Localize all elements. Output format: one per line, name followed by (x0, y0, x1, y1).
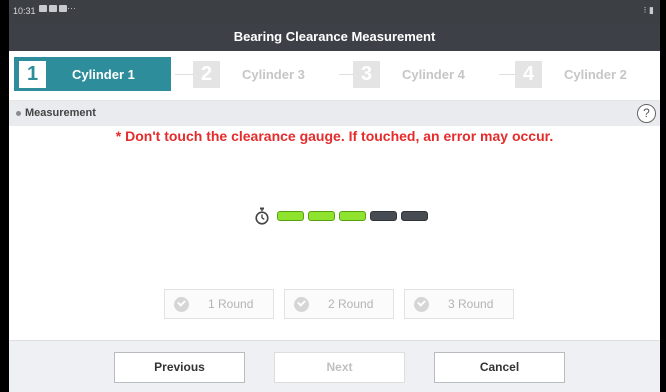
step-cylinder-4[interactable]: 3 Cylinder 4 (353, 57, 503, 91)
message-icon (39, 5, 47, 12)
gauge-segment-filled (277, 211, 304, 221)
round-label: 2 Round (328, 297, 374, 311)
gauge-segment-empty (401, 211, 428, 221)
check-icon (294, 296, 309, 312)
gauge-segments (273, 211, 428, 221)
status-overflow: ··· (67, 3, 76, 13)
warning-message: * Don't touch the clearance gauge. If to… (115, 128, 554, 144)
signal-battery-icon: ⁝ ▮ (643, 5, 654, 15)
step-label: Cylinder 3 (242, 66, 305, 82)
bullet-icon (16, 111, 21, 116)
round-indicators: 1 Round 2 Round 3 Round (164, 289, 514, 319)
check-icon (174, 296, 189, 312)
step-number: 4 (515, 60, 542, 88)
step-label: Cylinder 1 (72, 66, 135, 82)
section-header: Measurement ? (9, 101, 660, 126)
step-connector (499, 74, 515, 75)
step-label: Cylinder 4 (402, 66, 465, 82)
section-title: Measurement (25, 107, 96, 119)
step-connector (339, 74, 353, 75)
gauge-segment-filled (308, 211, 335, 221)
step-bar: 1 Cylinder 1 2 Cylinder 3 3 Cylinder 4 4… (9, 51, 660, 101)
step-number: 1 (19, 60, 46, 88)
step-number: 3 (353, 60, 380, 88)
stopwatch-icon (255, 207, 269, 225)
screen: 10:31 ··· ⁝ ▮ Bearing Clearance Measurem… (0, 0, 666, 392)
step-number: 2 (193, 60, 220, 88)
check-icon (414, 296, 429, 312)
round-1-indicator: 1 Round (164, 289, 274, 319)
gauge-segment-filled (339, 211, 366, 221)
status-time: 10:31 (13, 6, 36, 16)
tablet-frame: 10:31 ··· ⁝ ▮ Bearing Clearance Measurem… (9, 0, 660, 392)
app-icon (59, 5, 67, 12)
round-label: 3 Round (448, 297, 494, 311)
previous-button[interactable]: Previous (114, 352, 245, 383)
bottom-bar: Previous Next Cancel (9, 340, 660, 392)
window-title: Bearing Clearance Measurement (9, 23, 660, 51)
step-cylinder-1[interactable]: 1 Cylinder 1 (14, 57, 171, 91)
next-button[interactable]: Next (274, 352, 405, 383)
step-connector (175, 74, 193, 75)
round-3-indicator: 3 Round (404, 289, 514, 319)
gallery-icon (49, 5, 57, 12)
clearance-gauge (255, 207, 428, 225)
help-icon[interactable]: ? (637, 104, 656, 123)
step-label: Cylinder 2 (564, 66, 627, 82)
status-bar: 10:31 ··· ⁝ ▮ (9, 0, 660, 23)
round-label: 1 Round (208, 297, 254, 311)
step-cylinder-2[interactable]: 4 Cylinder 2 (515, 57, 660, 91)
step-cylinder-3[interactable]: 2 Cylinder 3 (193, 57, 343, 91)
notification-icons (39, 5, 67, 12)
cancel-button[interactable]: Cancel (434, 352, 565, 383)
round-2-indicator: 2 Round (284, 289, 394, 319)
gauge-segment-empty (370, 211, 397, 221)
